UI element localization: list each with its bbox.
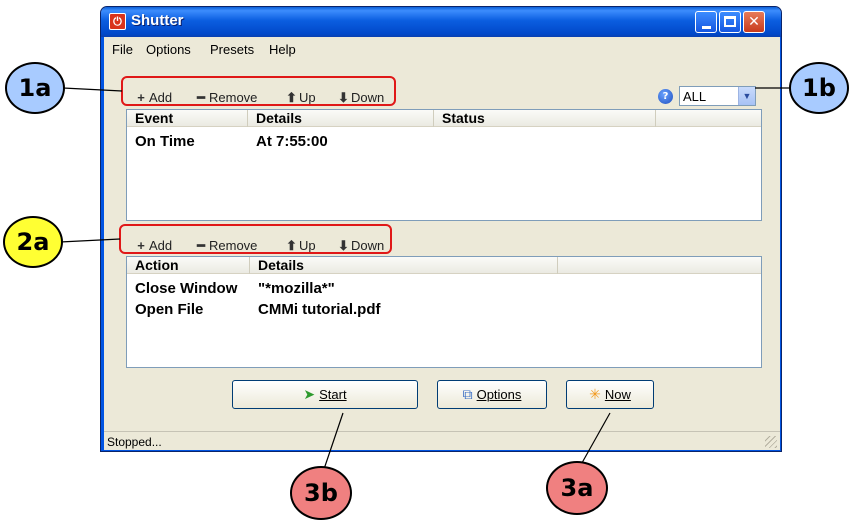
callout-3a: 3a	[546, 461, 608, 515]
start-button[interactable]: ➤ Start	[232, 380, 418, 409]
col-action[interactable]: Action	[127, 257, 250, 274]
actions-table-header: Action Details	[127, 257, 761, 274]
start-label: Start	[319, 387, 347, 402]
menu-help[interactable]: Help	[269, 42, 296, 57]
window-title: Shutter	[131, 12, 184, 29]
event-cell: On Time	[135, 133, 195, 150]
title-bar[interactable]: ⏻ Shutter ✕	[101, 7, 781, 37]
action-details-cell: "*mozilla*"	[258, 280, 335, 297]
now-label: Now	[604, 387, 631, 402]
col-details[interactable]: Details	[248, 110, 434, 127]
actions-table: Action Details Close Window "*mozilla*" …	[126, 256, 762, 368]
action-details-cell: CMMi tutorial.pdf	[258, 301, 381, 318]
options-label: Options	[476, 387, 522, 402]
minimize-button[interactable]	[695, 11, 717, 33]
table-row[interactable]: On Time At 7:55:00	[127, 131, 761, 152]
close-button[interactable]: ✕	[743, 11, 765, 33]
menu-options[interactable]: Options	[146, 42, 191, 57]
callout-3b: 3b	[290, 466, 352, 520]
events-table: Event Details Status On Time At 7:55:00	[126, 109, 762, 221]
menu-bar: File Options Presets Help	[104, 37, 780, 59]
options-icon: ⧉	[462, 386, 473, 402]
options-button[interactable]: ⧉ Options	[437, 380, 547, 409]
now-button[interactable]: ✳ Now	[566, 380, 654, 409]
callout-1b: 1b	[789, 62, 849, 114]
callout-1a: 1a	[5, 62, 65, 114]
minimize-icon	[702, 26, 711, 29]
resize-grip-icon[interactable]	[765, 436, 777, 448]
chevron-down-icon[interactable]: ▼	[738, 87, 755, 105]
action-cell: Open File	[135, 301, 204, 318]
events-table-header: Event Details Status	[127, 110, 761, 127]
power-icon: ⏻	[109, 13, 126, 30]
table-row[interactable]: Close Window "*mozilla*"	[127, 278, 761, 299]
play-icon: ➤	[303, 386, 316, 402]
highlight-action-toolbar	[119, 224, 392, 254]
menu-presets[interactable]: Presets	[210, 42, 254, 57]
highlight-event-toolbar	[121, 76, 396, 106]
status-bar: Stopped...	[104, 431, 780, 450]
screenshot-stage: ⏻ Shutter ✕ File Options Presets Help + A…	[0, 0, 856, 525]
menu-file[interactable]: File	[112, 42, 133, 57]
callout-2a: 2a	[3, 216, 63, 268]
filter-select[interactable]: ALL ▼	[679, 86, 756, 106]
col-action-details[interactable]: Details	[250, 257, 558, 274]
col-event[interactable]: Event	[127, 110, 248, 127]
filter-value: ALL	[683, 89, 707, 104]
col-status[interactable]: Status	[434, 110, 656, 127]
close-icon: ✕	[748, 14, 760, 30]
table-row[interactable]: Open File CMMi tutorial.pdf	[127, 299, 761, 320]
action-cell: Close Window	[135, 280, 238, 297]
details-cell: At 7:55:00	[256, 133, 328, 150]
maximize-button[interactable]	[719, 11, 741, 33]
help-icon[interactable]: ?	[658, 89, 673, 104]
maximize-icon	[724, 16, 736, 27]
status-text: Stopped...	[107, 435, 162, 449]
starburst-icon: ✳	[589, 386, 601, 402]
